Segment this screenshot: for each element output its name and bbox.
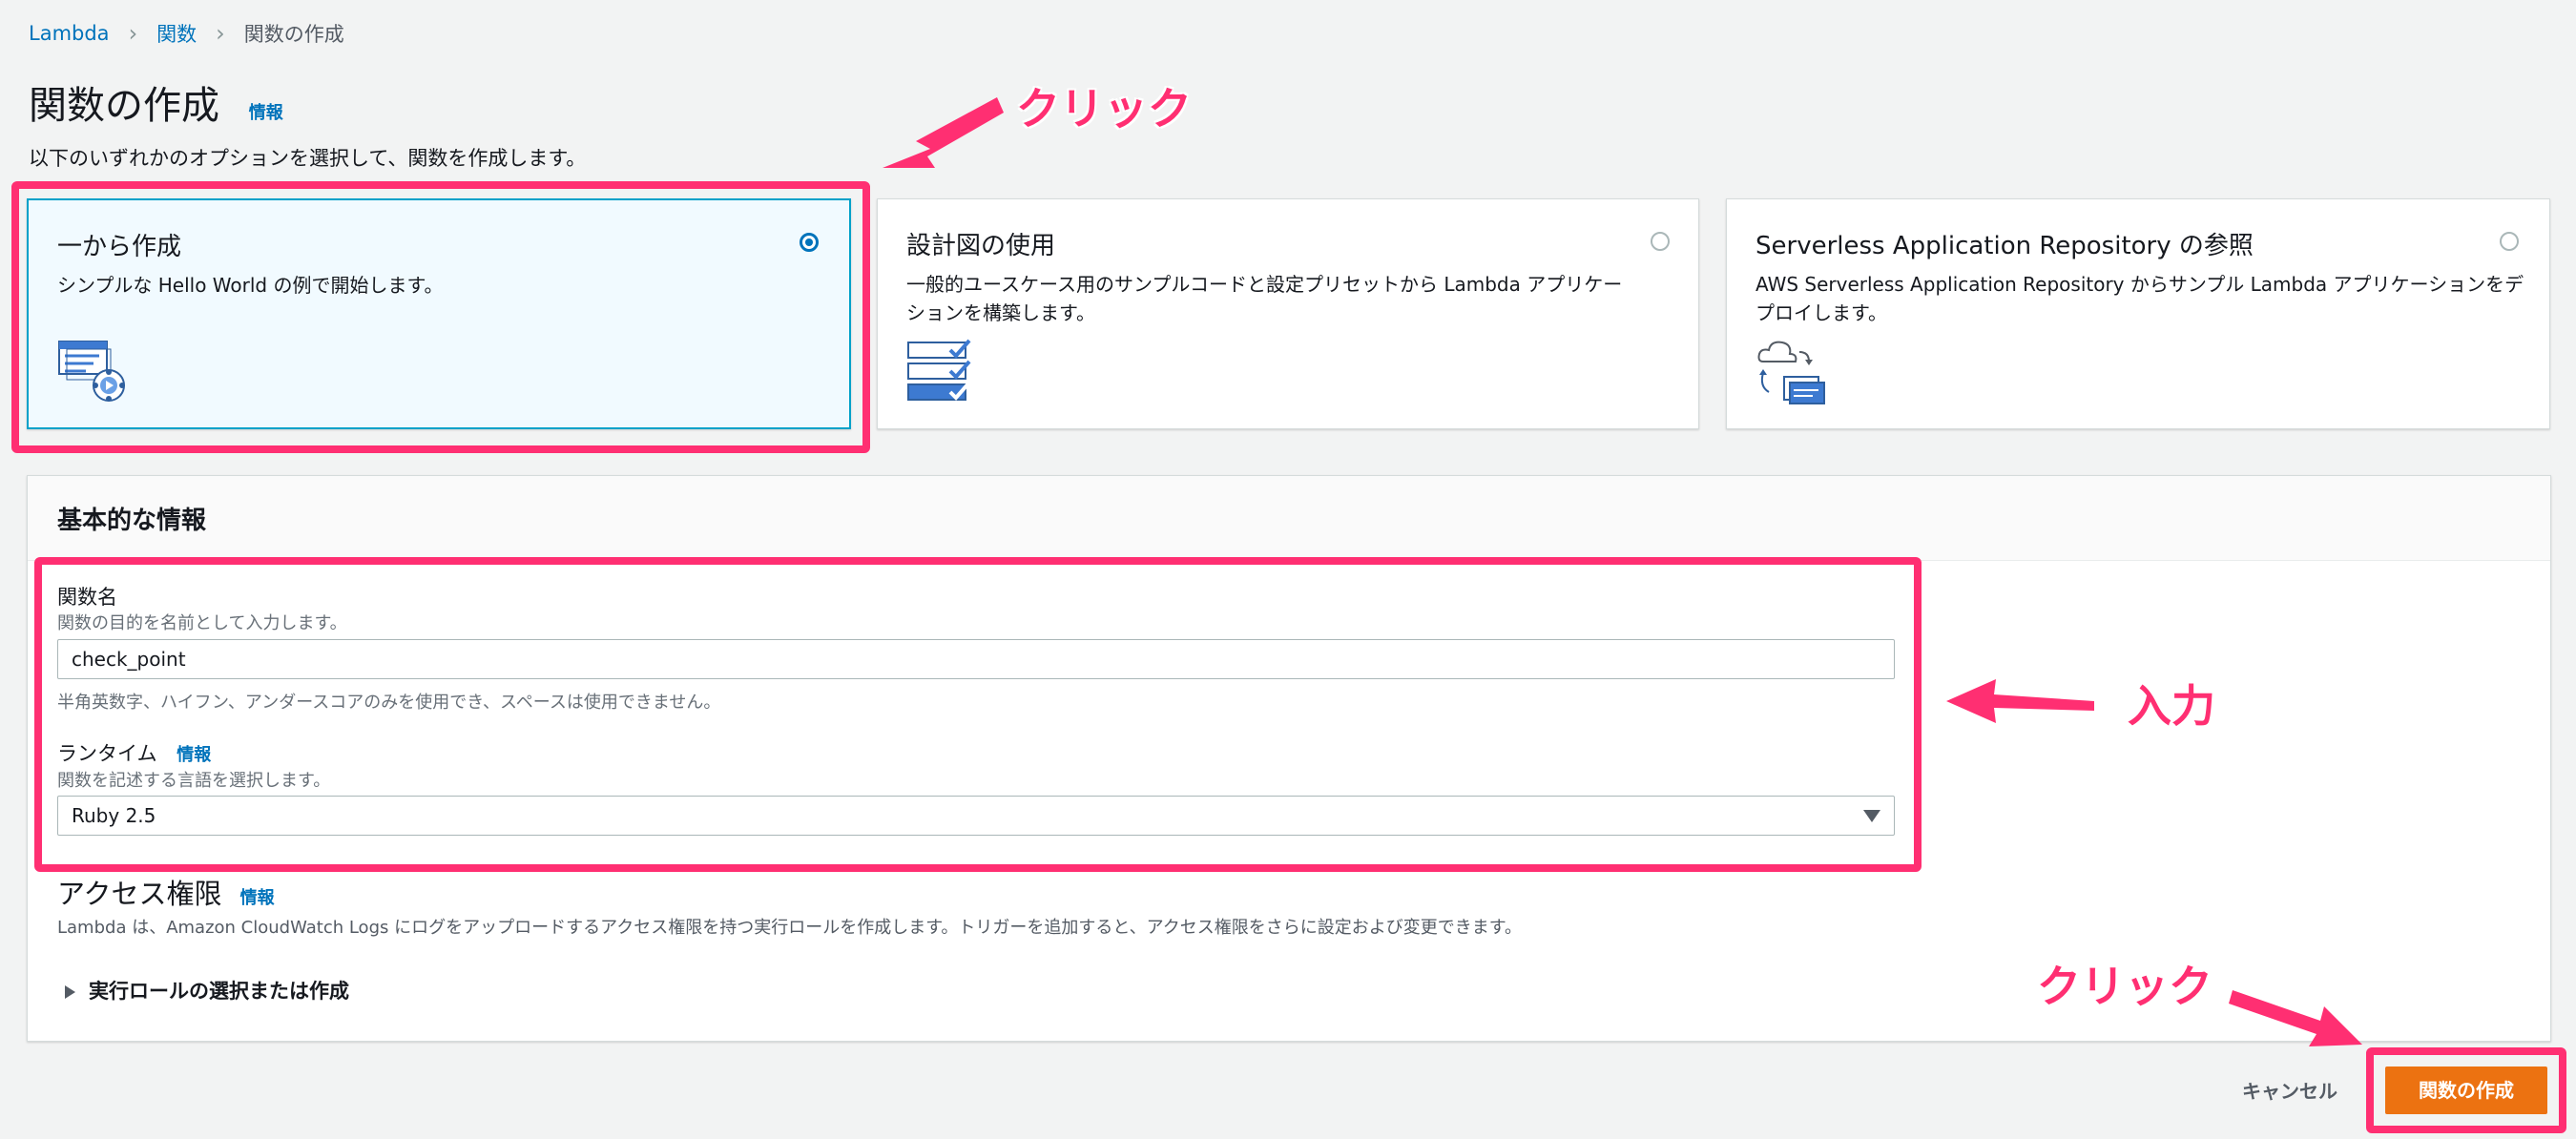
annotation-click-bottom: クリック (2037, 961, 2212, 1012)
annotation-input: 入力 (2128, 680, 2215, 732)
arrow-icon (883, 97, 1004, 168)
annotation-click-top: クリック (1016, 83, 1192, 135)
arrow-icon (2229, 990, 2362, 1046)
arrow-icon (1946, 679, 2094, 723)
